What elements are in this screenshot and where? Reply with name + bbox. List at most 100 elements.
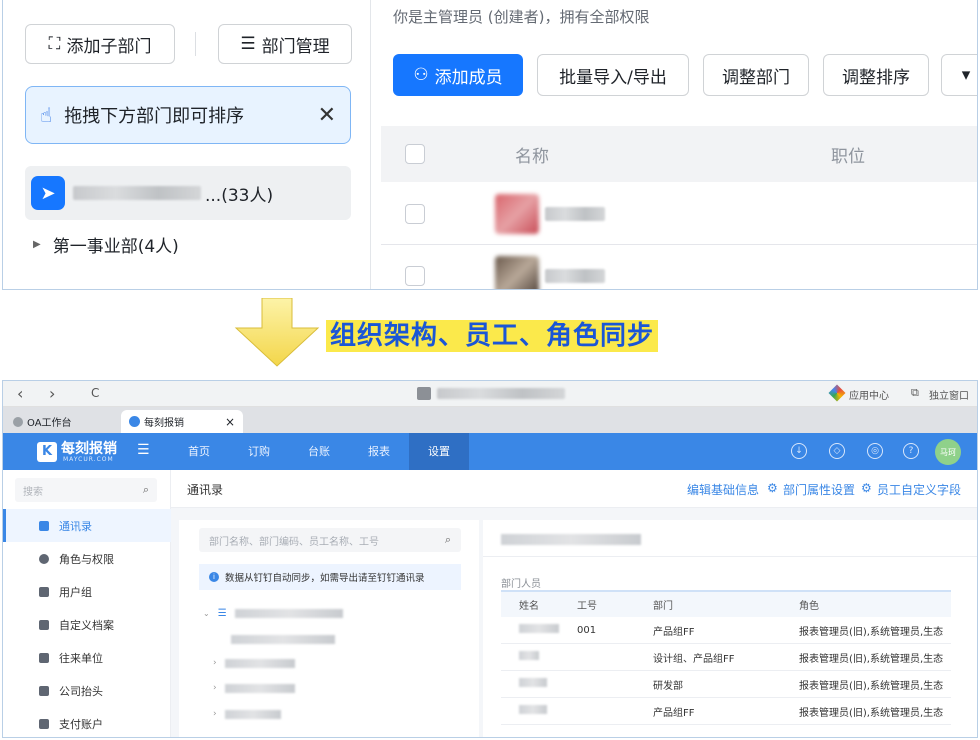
sidebar-item-payment-account[interactable]: 支付账户 [3, 707, 171, 737]
globe-icon [13, 416, 23, 427]
drag-tip-text: 拖拽下方部门即可排序 [64, 106, 245, 127]
dept-tree-column: ⛶ 添加子部门 ☰ 部门管理 ☝ 拖拽下方部门即可排序 ✕ ➤ ...(33人)… [3, 0, 371, 289]
cell-dept: 产品组FF [653, 707, 695, 719]
gear-icon: ⚙ [767, 481, 778, 495]
tree-item[interactable]: › [213, 703, 281, 725]
cell-dept: 研发部 [653, 680, 683, 692]
name-redacted [519, 705, 547, 714]
add-user-icon: ⚇ [413, 65, 429, 85]
cell-dept: 设计组、产品组FF [653, 653, 735, 665]
chevron-right-icon: › [213, 683, 217, 693]
tab-oa-workbench[interactable]: OA工作台 [5, 410, 117, 433]
globe-icon[interactable]: ◎ [867, 443, 883, 459]
nav-home[interactable]: 首页 [173, 433, 225, 470]
dept-name-redacted [231, 634, 335, 644]
standalone-window-link[interactable]: 独立窗口 [929, 387, 969, 402]
tree-item-root[interactable]: ⌄ ☰ [203, 602, 343, 624]
tab-label: OA工作台 [27, 418, 72, 429]
dingtalk-logo-icon: ➤ [31, 176, 65, 210]
col-dept: 部门 [653, 601, 673, 612]
file-icon [39, 619, 49, 630]
chevron-right-icon: › [213, 658, 217, 668]
sync-arrow-icon [234, 298, 320, 367]
sidebar-item-partners[interactable]: 往来单位 [3, 641, 171, 674]
help-icon[interactable]: ? [903, 443, 919, 459]
col-id: 工号 [577, 601, 597, 612]
import-export-button[interactable]: 批量导入/导出 [537, 54, 689, 96]
more-dropdown-button[interactable]: ▾ [941, 54, 977, 96]
external-window-icon: ⧉ [911, 386, 919, 399]
close-tab-icon[interactable]: × [225, 415, 235, 429]
tab-maycur[interactable]: 每刻报销 × [121, 410, 243, 433]
adjust-dept-button[interactable]: 调整部门 [703, 54, 809, 96]
col-role: 角色 [799, 601, 819, 612]
dept-search-input[interactable]: 部门名称、部门编码、员工名称、工号 ⌕ [199, 528, 461, 552]
sidebar-item-custom-archive[interactable]: 自定义档案 [3, 608, 171, 641]
cube-icon[interactable]: ◇ [829, 443, 845, 459]
avatar [495, 256, 539, 289]
tree-item-first-division[interactable]: ▶ 第一事业部(4人) [33, 232, 179, 257]
sidebar-search-input[interactable]: 搜索 ⌕ [15, 478, 157, 502]
row-checkbox[interactable] [405, 266, 425, 286]
reload-icon[interactable]: C [91, 386, 99, 400]
nav-settings[interactable]: 设置 [409, 433, 469, 470]
tree-item[interactable]: › [213, 652, 295, 674]
sidebar-item-roles[interactable]: 角色与权限 [3, 542, 171, 575]
nav-order[interactable]: 订购 [233, 433, 285, 470]
employee-custom-fields-link[interactable]: 员工自定义字段 [877, 481, 961, 498]
back-icon[interactable]: ‹ [17, 384, 23, 403]
dept-attr-settings-link[interactable]: 部门属性设置 [783, 481, 855, 498]
add-sub-dept-button[interactable]: ⛶ 添加子部门 [25, 24, 175, 64]
table-row[interactable]: 研发部 报表管理员(旧),系统管理员,生态 [501, 671, 951, 698]
dept-manage-button[interactable]: ☰ 部门管理 [218, 24, 352, 64]
brand-name: 每刻报销 [61, 441, 117, 457]
dept-name-redacted [224, 658, 295, 668]
sidebar-item-contacts[interactable]: 通讯录 [3, 509, 171, 542]
sidebar-search-placeholder: 搜索 [23, 486, 43, 498]
nav-ledger[interactable]: 台账 [293, 433, 345, 470]
row-checkbox[interactable] [405, 203, 425, 224]
app-center-link[interactable]: 应用中心 [849, 387, 889, 402]
app-top-nav: K 每刻报销 MAYCUR.COM ☰ 首页 订购 台账 报表 设置 ↓ ◇ ◎… [3, 433, 977, 470]
select-all-checkbox[interactable] [405, 144, 425, 164]
browser-toolbar: ‹ › C 应用中心 ⧉ 独立窗口 [3, 381, 977, 407]
table-row[interactable]: 设计组、产品组FF 报表管理员(旧),系统管理员,生态 [501, 644, 951, 671]
org-root-row[interactable]: ➤ ...(33人) [25, 166, 351, 220]
dept-tree-panel: 部门名称、部门编码、员工名称、工号 ⌕ i 数据从钉钉自动同步，如需导出请至钉钉… [179, 520, 479, 737]
user-avatar[interactable]: 马珂 [935, 439, 961, 465]
download-icon[interactable]: ↓ [791, 443, 807, 459]
cell-role: 报表管理员(旧),系统管理员,生态 [799, 653, 944, 665]
member-list-column: 你是主管理员 (创建者)，拥有全部权限 ⚇ 添加成员 批量导入/导出 调整部门 … [373, 0, 977, 289]
sidebar-item-company-header[interactable]: 公司抬头 [3, 674, 171, 707]
tree-item[interactable] [231, 628, 335, 650]
cell-dept: 产品组FF [653, 626, 695, 638]
table-row[interactable]: 001 产品组FF 报表管理员(旧),系统管理员,生态 [501, 617, 951, 644]
chevron-down-icon: ▾ [961, 65, 971, 85]
forward-icon[interactable]: › [49, 384, 55, 403]
menu-toggle-icon[interactable]: ☰ [137, 442, 150, 458]
caret-right-icon: ▶ [33, 239, 41, 250]
table-row[interactable] [381, 245, 977, 289]
gear-icon: ⚙ [861, 481, 872, 495]
sync-caption: 组织架构、员工、角色同步 [326, 320, 659, 352]
tree-item[interactable]: › [213, 677, 295, 699]
cell-role: 报表管理员(旧),系统管理员,生态 [799, 680, 944, 692]
import-export-label: 批量导入/导出 [559, 67, 667, 88]
list-icon: ☰ [217, 607, 227, 619]
maycur-window: ‹ › C 应用中心 ⧉ 独立窗口 OA工作台 每刻报销 × K 每刻报销 MA… [2, 380, 978, 738]
adjust-order-button[interactable]: 调整排序 [823, 54, 929, 96]
col-title-header: 职位 [831, 146, 865, 167]
edit-basic-info-link[interactable]: 编辑基础信息 [687, 481, 759, 498]
add-member-button[interactable]: ⚇ 添加成员 [393, 54, 523, 96]
table-row[interactable] [381, 183, 977, 245]
nav-report[interactable]: 报表 [353, 433, 405, 470]
col-name-header: 名称 [515, 146, 549, 167]
member-table: 姓名 工号 部门 角色 001 产品组FF 报表管理员(旧),系统管理员,生态 … [501, 590, 951, 725]
close-icon[interactable]: ✕ [318, 103, 336, 128]
sidebar-item-user-groups[interactable]: 用户组 [3, 575, 171, 608]
dept-name-redacted [224, 709, 281, 719]
contacts-icon [39, 520, 49, 531]
table-header: 姓名 工号 部门 角色 [501, 590, 951, 617]
table-row[interactable]: 产品组FF 报表管理员(旧),系统管理员,生态 [501, 698, 951, 725]
contacts-main: 通讯录 编辑基础信息 ⚙ 部门属性设置 ⚙ 员工自定义字段 部门名称、部门编码、… [171, 470, 977, 737]
